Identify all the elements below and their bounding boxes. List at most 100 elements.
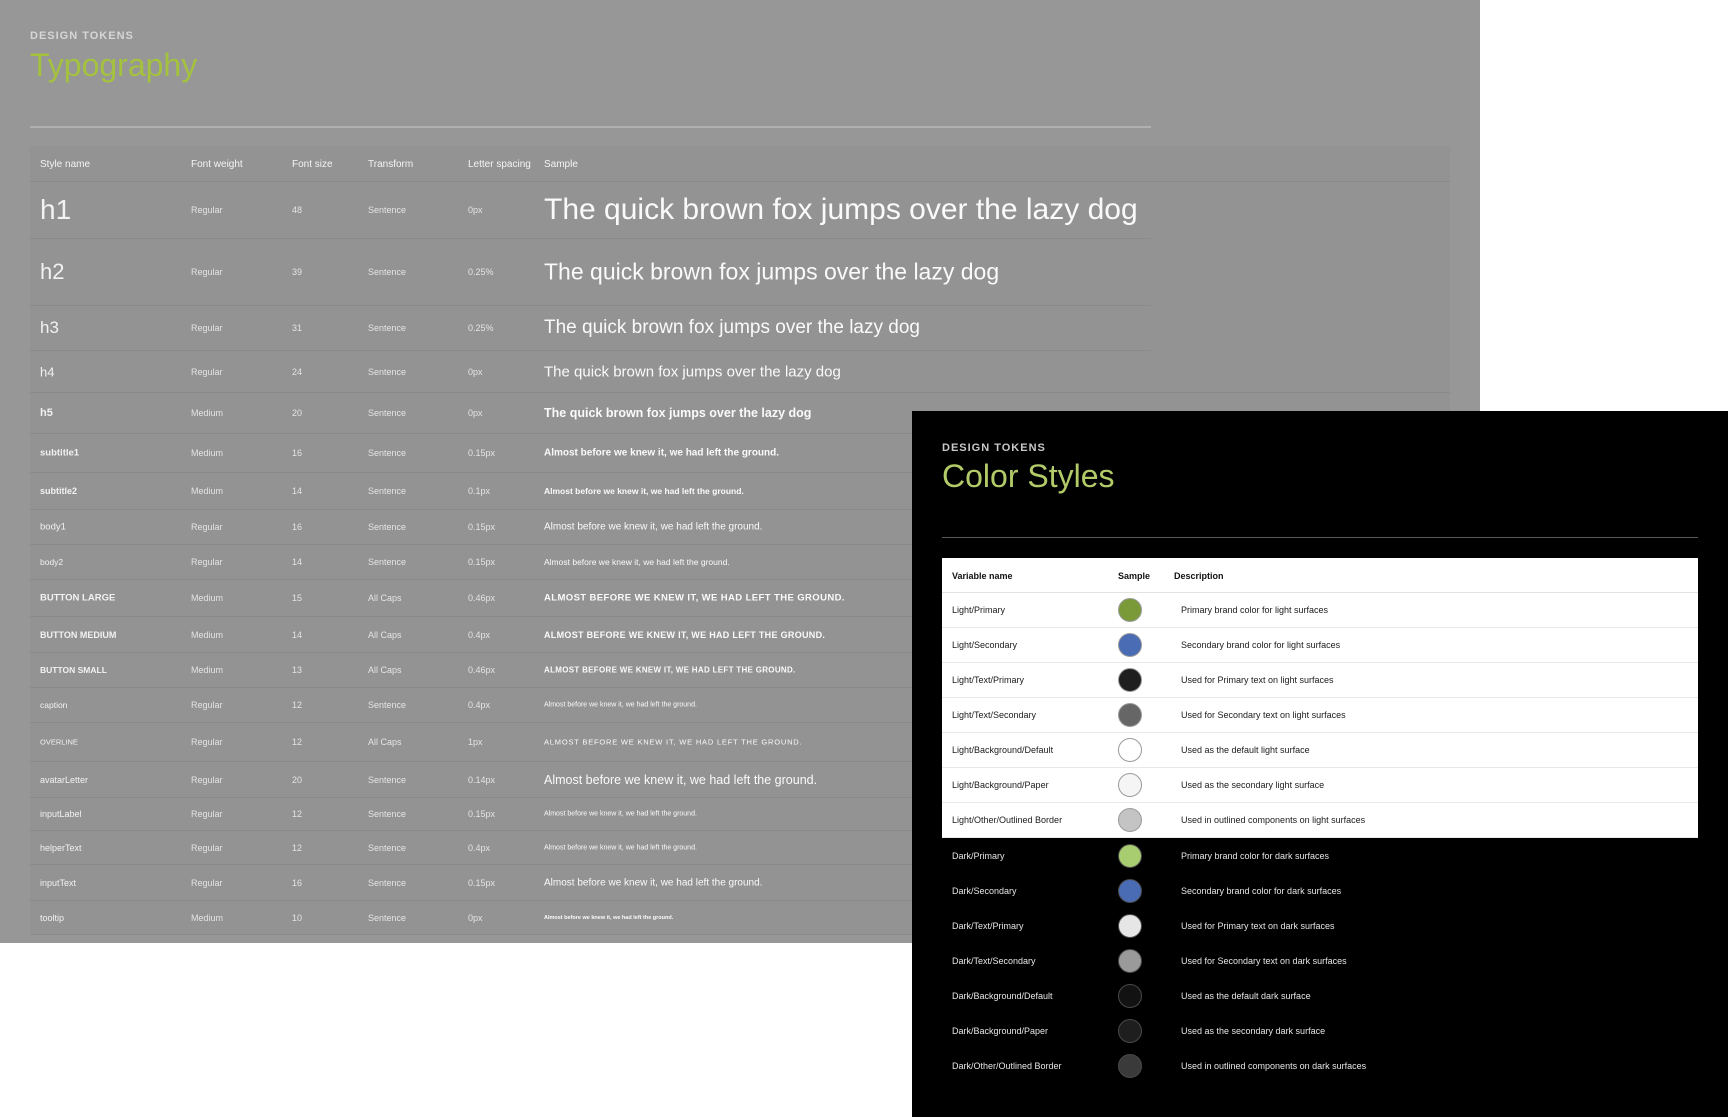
font-size: 13	[292, 665, 303, 675]
color-description: Primary brand color for dark surfaces	[1181, 850, 1330, 861]
font-size: 20	[292, 408, 303, 418]
font-weight: Regular	[191, 366, 223, 377]
letter-spacing: 0.15px	[468, 522, 496, 532]
transform: Sentence	[368, 408, 407, 418]
font-weight: Medium	[191, 448, 224, 458]
font-weight: Regular	[191, 205, 223, 215]
sample-text: ALMOST BEFORE WE KNEW IT, WE HAD LEFT TH…	[544, 629, 826, 640]
font-size: 12	[292, 809, 303, 819]
variable-name: Dark/Text/Secondary	[952, 955, 1036, 966]
font-size: 31	[292, 323, 303, 333]
font-weight: Regular	[191, 737, 223, 747]
column-header-letter-spacing: Letter spacing	[468, 159, 531, 170]
font-size: 14	[292, 557, 303, 567]
font-size: 12	[292, 737, 303, 747]
sample-text: ALMOST BEFORE WE KNEW IT, WE HAD LEFT TH…	[544, 665, 796, 675]
transform: All Caps	[368, 629, 402, 640]
sample-text: Almost before we knew it, we had left th…	[544, 772, 818, 787]
color-swatch	[1118, 1053, 1142, 1078]
color-swatch	[1118, 808, 1142, 832]
letter-spacing: 0.4px	[468, 700, 491, 710]
typography-table-header: Style name Font weight Font size Transfo…	[30, 146, 1450, 182]
sample-text: The quick brown fox jumps over the lazy …	[544, 193, 1138, 226]
style-name: h2	[40, 259, 65, 284]
transform: Sentence	[368, 323, 407, 333]
font-weight: Medium	[191, 486, 224, 496]
color-styles-title: Color Styles	[942, 458, 1115, 494]
style-name: h5	[40, 407, 53, 419]
sample-text: Almost before we knew it, we had left th…	[544, 486, 744, 496]
style-name: h3	[40, 318, 59, 337]
style-name: h1	[40, 194, 72, 225]
letter-spacing: 0.4px	[468, 842, 491, 853]
color-description: Used in outlined components on dark surf…	[1181, 1060, 1367, 1071]
font-weight: Regular	[191, 557, 223, 567]
variable-name: Dark/Background/Default	[952, 990, 1053, 1001]
style-name: inputText	[40, 877, 77, 888]
style-name: caption	[40, 700, 68, 710]
variable-name: Dark/Other/Outlined Border	[952, 1060, 1062, 1071]
font-size: 16	[292, 522, 303, 532]
column-header-transform: Transform	[368, 159, 414, 170]
color-description: Secondary brand color for dark surfaces	[1181, 885, 1342, 896]
variable-name: Light/Secondary	[952, 640, 1018, 650]
color-swatch	[1118, 668, 1142, 692]
color-swatch	[1118, 983, 1142, 1008]
color-swatch	[1118, 878, 1142, 903]
sample-text: Almost before we knew it, we had left th…	[544, 877, 763, 888]
transform: All Caps	[368, 737, 402, 747]
column-header-description: Description	[1174, 571, 1224, 581]
typography-divider	[30, 126, 1151, 128]
letter-spacing: 0px	[468, 408, 483, 418]
font-weight: Medium	[191, 665, 224, 675]
column-header-sample: Sample	[1118, 571, 1151, 581]
color-description: Primary brand color for light surfaces	[1181, 605, 1329, 615]
color-row: Light/Other/Outlined Border Used in outli…	[942, 803, 1698, 838]
letter-spacing: 0.25%	[468, 267, 494, 277]
color-styles-kicker: DESIGN TOKENS	[942, 442, 1046, 454]
transform: Sentence	[368, 486, 407, 496]
font-size: 24	[292, 366, 303, 377]
font-size: 12	[292, 842, 303, 853]
letter-spacing: 0px	[468, 366, 483, 377]
variable-name: Light/Primary	[952, 605, 1006, 615]
color-description: Used as the secondary dark surface	[1181, 1025, 1326, 1036]
letter-spacing: 1px	[468, 737, 483, 747]
style-name: BUTTON SMALL	[40, 665, 107, 675]
color-rows: Light/Primary Primary brand color for lig…	[942, 593, 1698, 1083]
color-swatch	[1118, 598, 1142, 622]
style-name: OVERLINE	[40, 737, 78, 747]
variable-name: Light/Other/Outlined Border	[952, 815, 1063, 825]
color-description: Used for Secondary text on light surface…	[1181, 710, 1346, 720]
transform: Sentence	[368, 774, 407, 785]
style-name: BUTTON LARGE	[40, 592, 116, 604]
font-weight: Regular	[191, 700, 223, 710]
typography-kicker: DESIGN TOKENS	[30, 30, 134, 42]
sample-text: The quick brown fox jumps over the lazy …	[544, 363, 841, 380]
font-size: 15	[292, 593, 303, 603]
sample-text: ALMOST BEFORE WE KNEW IT, WE HAD LEFT TH…	[544, 592, 845, 604]
color-swatch	[1118, 1018, 1142, 1043]
color-swatch	[1118, 738, 1142, 762]
sample-text: Almost before we knew it, we had left th…	[544, 447, 780, 459]
column-header-style-name: Style name	[40, 159, 91, 170]
typography-row: h2 Regular 39 Sentence 0.25% The quick brown …	[30, 239, 1151, 306]
color-swatch	[1118, 633, 1142, 657]
column-header-variable-name: Variable name	[952, 571, 1013, 581]
font-size: 39	[292, 267, 303, 277]
color-row: Dark/Other/Outlined Border Used in outlin…	[942, 1048, 1698, 1083]
color-swatch	[1118, 913, 1142, 938]
style-name: subtitle1	[40, 447, 80, 459]
transform: Sentence	[368, 557, 407, 567]
variable-name: Dark/Secondary	[952, 885, 1017, 896]
typography-title: Typography	[30, 47, 198, 83]
variable-name: Light/Background/Default	[952, 745, 1054, 755]
font-size: 20	[292, 774, 303, 785]
font-size: 16	[292, 877, 303, 888]
color-row: Dark/Primary Primary brand color for dark…	[942, 838, 1698, 873]
letter-spacing: 0.25%	[468, 323, 494, 333]
transform: Sentence	[368, 522, 407, 532]
sample-text: Almost before we knew it, we had left th…	[544, 844, 697, 851]
variable-name: Light/Text/Secondary	[952, 710, 1037, 720]
color-description: Used for Primary text on light surfaces	[1181, 675, 1334, 685]
